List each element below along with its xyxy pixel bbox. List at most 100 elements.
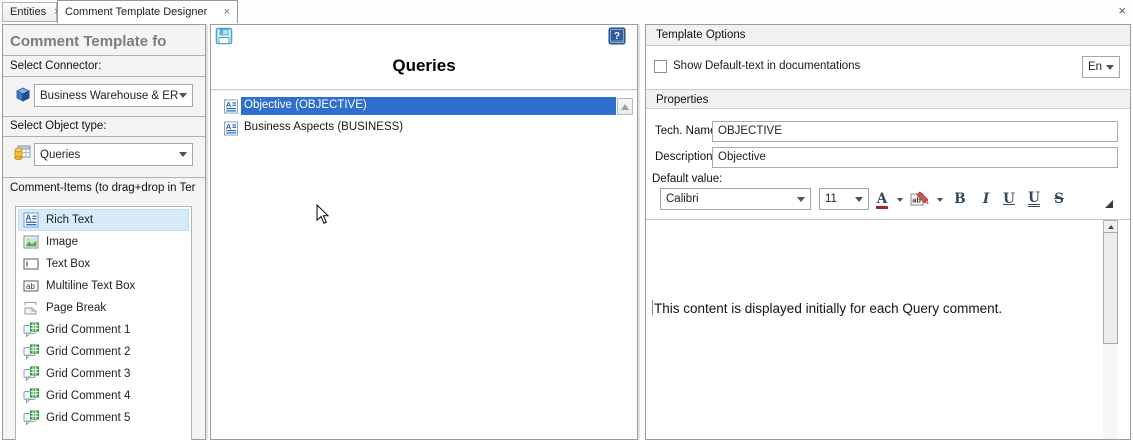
language-select[interactable]: En [1082,56,1120,78]
font-name-select[interactable]: Calibri [660,188,811,210]
chevron-down-icon[interactable] [897,198,903,202]
chevron-down-icon [797,197,805,202]
divider [211,89,637,91]
query-row-business-aspects[interactable]: A Business Aspects (BUSINESS) [223,119,616,137]
bold-button[interactable]: B [949,188,971,210]
comment-item-grid-comment-4[interactable]: Grid Comment 4 [18,385,189,407]
grid-comment-icon [23,410,39,426]
comment-item-label: Grid Comment 4 [46,390,130,402]
divider [3,76,205,77]
chevron-down-icon [179,152,187,157]
select-connector-header: Select Connector: [10,60,203,72]
help-icon[interactable]: ? [608,27,626,45]
tab-label: Entities [10,6,46,18]
comment-item-label: Grid Comment 2 [46,346,130,358]
comment-items-list: A Rich Text Image Text Box ab M [15,206,192,440]
comment-item-label: Grid Comment 1 [46,324,130,336]
object-type-select[interactable]: Queries [34,143,193,166]
chevron-down-icon [855,197,863,202]
grid-comment-icon [23,344,39,360]
template-options-header: Template Options [646,25,1130,46]
comment-items-header: Comment-Items (to drag+drop in Ter [10,182,203,194]
strikethrough-button[interactable]: S [1048,188,1070,210]
svg-text:A: A [26,214,32,223]
left-panel-title: Comment Template fo [10,33,203,50]
grid-comment-icon [23,322,39,338]
comment-item-multiline-text-box[interactable]: ab Multiline Text Box [18,275,189,297]
query-row-label: Objective (OBJECTIVE) [241,97,616,115]
divider [3,177,205,178]
save-icon[interactable] [215,27,233,45]
comment-item-label: Text Box [46,258,90,270]
tech-name-label: Tech. Name [655,125,716,137]
properties-panel: Template Options Show Default-text in do… [645,24,1131,440]
grid-comment-icon [23,388,39,404]
tab-comment-template-designer[interactable]: Comment Template Designer × [57,0,238,23]
scrollbar-thumb[interactable] [1103,232,1118,344]
query-row-label: Business Aspects (BUSINESS) [241,119,616,137]
triangle-up-icon [1108,225,1114,229]
toolbar-resize-grip[interactable] [1105,200,1113,208]
editor-scrollbar[interactable] [1103,220,1118,439]
object-type-table-icon [13,144,31,162]
comment-item-rich-text[interactable]: A Rich Text [18,209,189,231]
tech-name-field[interactable]: OBJECTIVE [712,121,1118,142]
connector-select[interactable]: Business Warehouse & ERP [34,84,193,107]
query-row-objective[interactable]: A Objective (OBJECTIVE) [223,97,616,115]
divider [3,136,205,137]
comment-item-grid-comment-3[interactable]: Grid Comment 3 [18,363,189,385]
comment-item-grid-comment-1[interactable]: Grid Comment 1 [18,319,189,341]
font-size-select[interactable]: 11 [819,188,869,210]
tab-bar: Entities × Comment Template Designer × × [0,0,1133,23]
svg-text:ab: ab [26,282,35,291]
highlight-color-button[interactable]: ab [908,188,930,210]
description-label: Description [655,151,713,163]
template-canvas-panel: ? Queries A Objective (OBJECTIVE) A Busi… [210,24,638,440]
comment-item-image[interactable]: Image [18,231,189,253]
close-icon[interactable]: × [224,6,230,18]
tab-entities[interactable]: Entities × [2,2,57,22]
rich-text-icon: A [23,212,39,228]
comment-item-label: Grid Comment 5 [46,412,130,424]
underline-button[interactable]: U [998,188,1020,210]
chevron-down-icon [1106,65,1114,70]
default-value-label: Default value: [652,173,722,185]
comment-item-label: Rich Text [46,214,93,226]
svg-text:A: A [226,99,232,108]
multiline-text-box-icon: ab [23,278,39,294]
divider [3,55,205,56]
default-value-editor[interactable]: This content is displayed initially for … [646,219,1130,439]
svg-text:A: A [226,121,232,130]
comment-item-grid-comment-5[interactable]: Grid Comment 5 [18,407,189,429]
grid-comment-icon [23,366,39,382]
chevron-down-icon [179,93,187,98]
scroll-up-button[interactable] [617,98,633,115]
text-caret [652,300,653,315]
comment-template-designer-screen: Entities × Comment Template Designer × ×… [0,0,1133,440]
editor-text: This content is displayed initially for … [652,300,1002,316]
page-break-icon [23,300,39,316]
comment-item-grid-comment-2[interactable]: Grid Comment 2 [18,341,189,363]
mouse-cursor-icon [316,204,330,228]
double-underline-button[interactable]: U [1023,188,1045,210]
triangle-up-icon [621,104,629,110]
properties-header: Properties [646,89,1130,109]
rich-text-icon: A [223,99,239,114]
comment-item-label: Multiline Text Box [46,280,135,292]
comment-item-text-box[interactable]: Text Box [18,253,189,275]
comment-item-label: Image [46,236,78,248]
italic-button[interactable]: I [975,188,997,210]
show-default-text-label: Show Default-text in documentations [673,60,860,72]
description-field[interactable]: Objective [712,147,1118,168]
left-sidebar: Comment Template fo Select Connector: Bu… [2,24,206,440]
font-color-button[interactable]: A [871,188,893,210]
divider [3,116,205,117]
svg-text:?: ? [614,31,620,42]
show-default-text-checkbox[interactable] [654,60,667,73]
image-icon [23,234,39,250]
close-icon[interactable]: × [1118,3,1126,18]
comment-item-label: Grid Comment 3 [46,368,130,380]
text-box-icon [23,256,39,272]
chevron-down-icon[interactable] [937,198,943,202]
comment-item-page-break[interactable]: Page Break [18,297,189,319]
